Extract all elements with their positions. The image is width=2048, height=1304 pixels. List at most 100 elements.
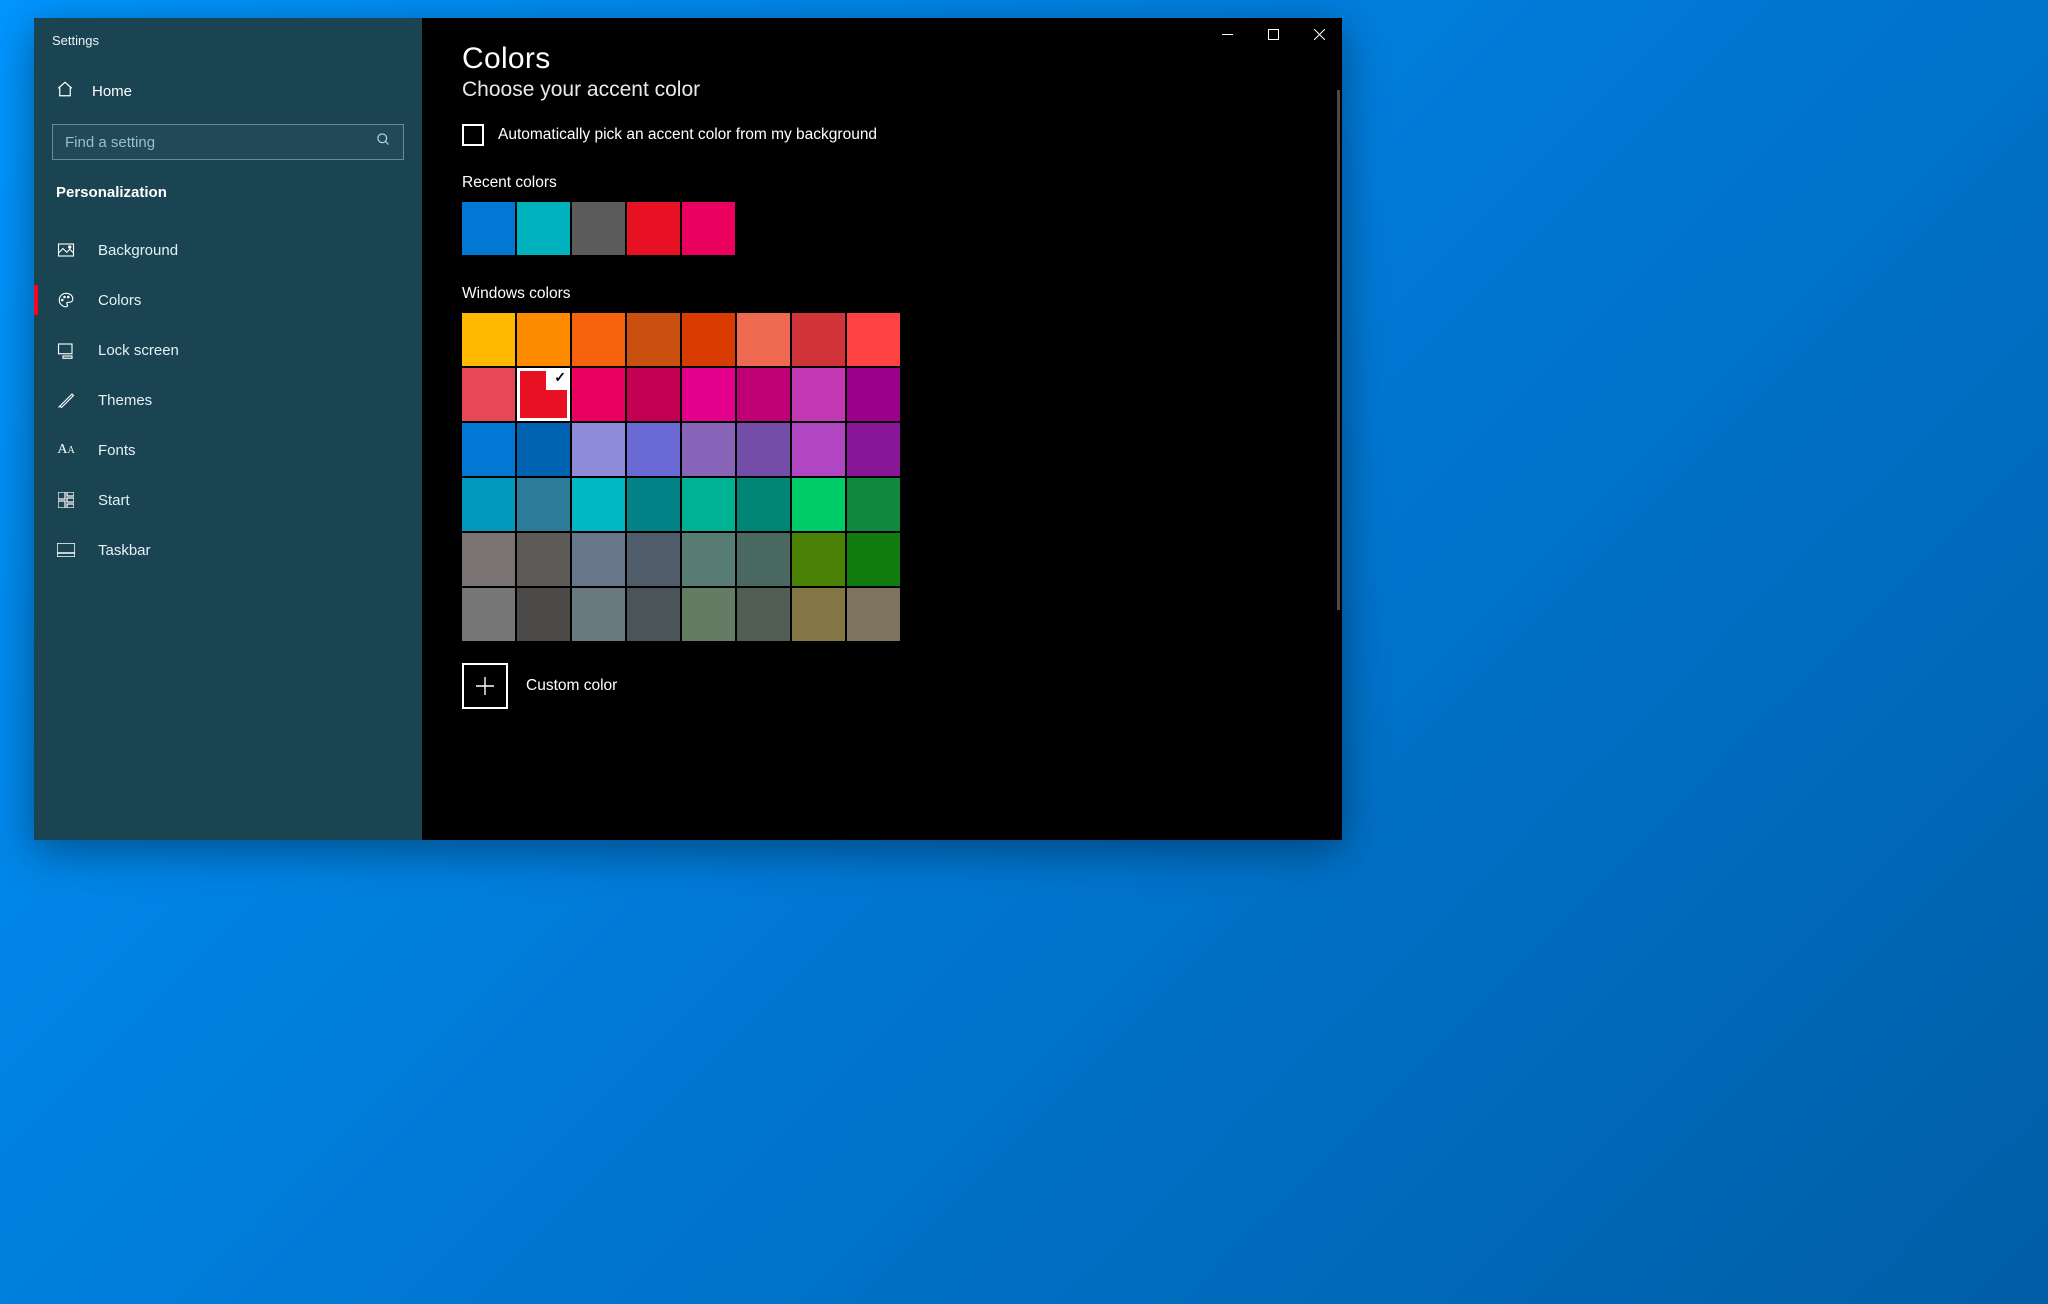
windows-color-swatch[interactable] <box>572 478 625 531</box>
sidebar-item-taskbar[interactable]: Taskbar <box>34 525 422 575</box>
search-input[interactable] <box>65 134 376 151</box>
windows-color-swatch[interactable] <box>792 423 845 476</box>
custom-color-button[interactable] <box>462 663 508 709</box>
sidebar-item-label: Taskbar <box>98 542 151 559</box>
start-icon <box>56 492 76 508</box>
windows-color-swatch[interactable] <box>462 423 515 476</box>
recent-color-swatch[interactable] <box>517 202 570 255</box>
windows-color-swatch[interactable] <box>462 533 515 586</box>
windows-color-swatch[interactable] <box>462 478 515 531</box>
windows-color-swatch[interactable] <box>737 588 790 641</box>
page-subtitle: Choose your accent color <box>462 78 1302 102</box>
windows-color-swatch[interactable]: ✓ <box>517 368 570 421</box>
windows-color-swatch[interactable] <box>737 423 790 476</box>
sidebar-item-lock-screen[interactable]: Lock screen <box>34 325 422 375</box>
sidebar-item-themes[interactable]: Themes <box>34 375 422 425</box>
main-content: Colors Choose your accent color Automati… <box>422 18 1342 840</box>
windows-color-swatch[interactable] <box>627 368 680 421</box>
auto-pick-checkbox[interactable] <box>462 124 484 146</box>
windows-color-swatch[interactable] <box>792 588 845 641</box>
windows-colors-grid: ✓ <box>462 313 1302 641</box>
scrollbar[interactable] <box>1337 90 1340 610</box>
windows-color-swatch[interactable] <box>517 588 570 641</box>
custom-color-row: Custom color <box>462 663 1302 709</box>
windows-color-swatch[interactable] <box>737 533 790 586</box>
windows-color-swatch[interactable] <box>847 588 900 641</box>
windows-color-swatch[interactable] <box>572 313 625 366</box>
image-icon <box>56 241 76 259</box>
paintbrush-icon <box>56 391 76 409</box>
sidebar-item-background[interactable]: Background <box>34 225 422 275</box>
windows-color-swatch[interactable] <box>462 313 515 366</box>
windows-color-swatch[interactable] <box>847 423 900 476</box>
windows-color-swatch[interactable] <box>792 533 845 586</box>
recent-color-swatch[interactable] <box>627 202 680 255</box>
search-container <box>34 114 422 176</box>
windows-color-swatch[interactable] <box>627 313 680 366</box>
windows-color-swatch[interactable] <box>682 423 735 476</box>
windows-color-swatch[interactable] <box>847 368 900 421</box>
sidebar-item-fonts[interactable]: AAFonts <box>34 425 422 475</box>
windows-color-swatch[interactable] <box>682 533 735 586</box>
windows-color-swatch[interactable] <box>462 368 515 421</box>
windows-color-swatch[interactable] <box>792 313 845 366</box>
close-button[interactable] <box>1296 18 1342 50</box>
sidebar-item-label: Colors <box>98 292 141 309</box>
windows-color-swatch[interactable] <box>737 368 790 421</box>
search-box[interactable] <box>52 124 404 160</box>
recent-colors-row <box>462 202 1302 255</box>
windows-color-swatch[interactable] <box>682 368 735 421</box>
sidebar: Settings Home Personalization Background… <box>34 18 422 840</box>
windows-color-swatch[interactable] <box>847 533 900 586</box>
windows-colors-label: Windows colors <box>462 285 1302 303</box>
home-icon <box>56 80 74 102</box>
recent-color-swatch[interactable] <box>682 202 735 255</box>
windows-color-swatch[interactable] <box>572 533 625 586</box>
auto-pick-label: Automatically pick an accent color from … <box>498 126 877 144</box>
sidebar-item-label: Themes <box>98 392 152 409</box>
windows-color-swatch[interactable] <box>792 478 845 531</box>
windows-color-swatch[interactable] <box>682 478 735 531</box>
windows-color-swatch[interactable] <box>682 588 735 641</box>
sidebar-nav: Background Colors Lock screen Themes AAFonts… <box>34 225 422 575</box>
windows-color-swatch[interactable] <box>627 423 680 476</box>
windows-color-swatch[interactable] <box>517 423 570 476</box>
windows-color-swatch[interactable] <box>737 313 790 366</box>
auto-pick-row[interactable]: Automatically pick an accent color from … <box>462 124 1302 146</box>
app-title: Settings <box>34 28 422 68</box>
windows-color-swatch[interactable] <box>627 588 680 641</box>
home-label: Home <box>92 83 132 100</box>
windows-color-swatch[interactable] <box>847 478 900 531</box>
windows-color-swatch[interactable] <box>462 588 515 641</box>
windows-color-swatch[interactable] <box>627 478 680 531</box>
minimize-button[interactable] <box>1204 18 1250 50</box>
windows-color-swatch[interactable] <box>572 423 625 476</box>
windows-color-swatch[interactable] <box>517 533 570 586</box>
custom-color-label: Custom color <box>526 677 617 695</box>
windows-color-swatch[interactable] <box>517 478 570 531</box>
recent-color-swatch[interactable] <box>462 202 515 255</box>
windows-color-swatch[interactable] <box>517 313 570 366</box>
palette-icon <box>56 291 76 309</box>
windows-color-swatch[interactable] <box>572 588 625 641</box>
sidebar-section-title: Personalization <box>34 176 422 225</box>
sidebar-item-colors[interactable]: Colors <box>34 275 422 325</box>
windows-color-swatch[interactable] <box>682 313 735 366</box>
maximize-button[interactable] <box>1250 18 1296 50</box>
recent-color-swatch[interactable] <box>572 202 625 255</box>
sidebar-item-label: Start <box>98 492 130 509</box>
recent-colors-label: Recent colors <box>462 174 1302 192</box>
windows-color-swatch[interactable] <box>792 368 845 421</box>
check-icon: ✓ <box>554 369 566 386</box>
font-icon: AA <box>56 442 76 458</box>
home-button[interactable]: Home <box>34 68 422 114</box>
windows-color-swatch[interactable] <box>847 313 900 366</box>
windows-color-swatch[interactable] <box>737 478 790 531</box>
page-title: Colors <box>462 42 1302 76</box>
windows-color-swatch[interactable] <box>627 533 680 586</box>
sidebar-item-start[interactable]: Start <box>34 475 422 525</box>
titlebar-controls <box>1204 18 1342 50</box>
windows-color-swatch[interactable] <box>572 368 625 421</box>
search-icon <box>376 132 391 152</box>
taskbar-icon <box>56 543 76 557</box>
